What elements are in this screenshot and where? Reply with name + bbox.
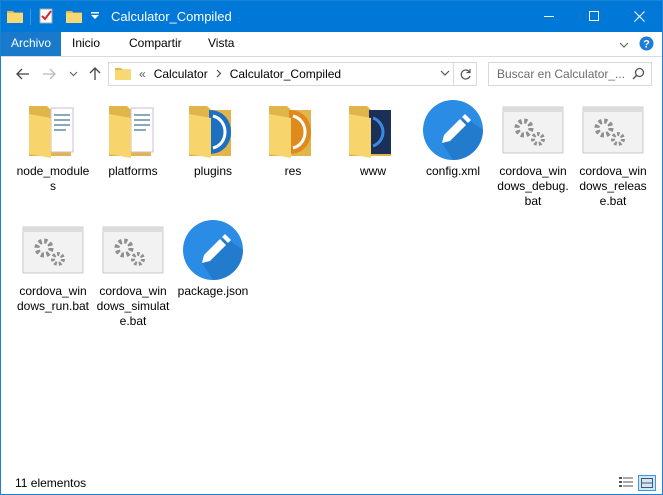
back-button[interactable]	[15, 66, 31, 82]
help-icon[interactable]: ?	[639, 36, 654, 54]
ribbon-controls: ?	[619, 36, 654, 54]
close-button[interactable]	[617, 1, 662, 32]
svg-text:?: ?	[643, 39, 650, 51]
gears-bat-icon	[14, 216, 92, 284]
file-item-label: node_modules	[16, 164, 90, 193]
folder-orange-icon	[254, 96, 332, 164]
status-bar: 11 elementos	[1, 471, 662, 494]
file-item-label: www	[360, 164, 386, 178]
file-item[interactable]: config.xml	[414, 96, 492, 179]
address-bar[interactable]: « Calculator Calculator_Compiled	[108, 62, 477, 86]
file-item-label: package.json	[177, 284, 249, 298]
file-item[interactable]: res	[254, 96, 332, 179]
file-item[interactable]: cordova_windows_release.bat	[574, 96, 652, 209]
folder-docs-icon	[94, 96, 172, 164]
new-folder-icon[interactable]	[66, 9, 82, 26]
back-arrow-icon	[16, 68, 29, 80]
tab-inicio[interactable]: Inicio	[62, 32, 110, 56]
large-icons-view-button[interactable]	[638, 475, 656, 491]
details-view-icon	[619, 477, 633, 487]
search-placeholder: Buscar en Calculator_...	[497, 67, 626, 81]
gears-bat-icon	[494, 96, 572, 164]
tab-compartir[interactable]: Compartir	[119, 32, 192, 56]
breadcrumb-calculator-compiled[interactable]: Calculator_Compiled	[230, 67, 341, 81]
quick-access-toolbar	[7, 7, 100, 27]
breadcrumb: « Calculator Calculator_Compiled	[115, 63, 341, 85]
file-item-label: cordova_windows_debug.bat	[497, 164, 569, 208]
minimize-icon	[544, 16, 554, 17]
item-count: 11 elementos	[15, 476, 87, 490]
expand-ribbon-icon[interactable]	[619, 38, 629, 52]
edit-circle-icon	[414, 96, 492, 164]
chevron-down-icon	[69, 71, 77, 77]
close-icon	[634, 11, 645, 22]
file-item-label: plugins	[193, 164, 233, 178]
file-item[interactable]: cordova_windows_run.bat	[14, 216, 92, 314]
properties-icon[interactable]	[38, 8, 54, 27]
up-button[interactable]	[87, 66, 103, 82]
window-title: Calculator_Compiled	[111, 9, 232, 24]
file-item[interactable]: cordova_windows_debug.bat	[494, 96, 572, 209]
maximize-icon	[589, 11, 599, 21]
search-icon[interactable]	[632, 67, 645, 83]
file-item-label: cordova_windows_simulate.bat	[96, 284, 170, 328]
file-item-label: config.xml	[425, 164, 481, 178]
forward-button[interactable]	[41, 66, 57, 82]
file-view: node_modules platforms plugins res www c…	[1, 92, 662, 468]
navigation-bar: « Calculator Calculator_Compiled Buscar …	[1, 57, 662, 91]
refresh-icon	[460, 68, 471, 80]
file-item[interactable]: www	[334, 96, 412, 179]
folder-blue-icon	[174, 96, 252, 164]
file-item-label: platforms	[108, 164, 158, 178]
file-item-label: res	[284, 164, 302, 178]
breadcrumb-overflow[interactable]: «	[139, 67, 146, 81]
file-item[interactable]: node_modules	[14, 96, 92, 194]
file-item[interactable]: platforms	[94, 96, 172, 179]
refresh-button[interactable]	[453, 63, 476, 85]
minimize-button[interactable]	[527, 1, 572, 32]
search-box[interactable]: Buscar en Calculator_...	[488, 62, 652, 86]
details-view-button[interactable]	[618, 475, 634, 489]
ribbon-tabs: Archivo Inicio Compartir Vista ?	[1, 32, 662, 57]
up-arrow-icon	[89, 67, 101, 80]
file-item-label: cordova_windows_release.bat	[579, 164, 647, 208]
explorer-window: Calculator_Compiled Archivo Inicio Compa…	[0, 0, 663, 495]
toolbar-separator	[30, 9, 31, 25]
edit-circle-icon	[174, 216, 252, 284]
view-switcher	[618, 475, 656, 491]
chevron-down-icon	[440, 70, 450, 76]
large-icons-view-icon	[641, 478, 653, 488]
gears-bat-icon	[574, 96, 652, 164]
title-bar: Calculator_Compiled	[1, 1, 662, 32]
folder-docs-icon	[14, 96, 92, 164]
file-item-label: cordova_windows_run.bat	[16, 284, 90, 313]
maximize-button[interactable]	[572, 1, 617, 32]
address-history-button[interactable]	[440, 67, 450, 81]
forward-arrow-icon	[43, 68, 56, 80]
tab-archivo[interactable]: Archivo	[1, 32, 62, 56]
tab-vista[interactable]: Vista	[198, 32, 244, 56]
file-item[interactable]: cordova_windows_simulate.bat	[94, 216, 172, 329]
recent-locations-button[interactable]	[65, 66, 81, 82]
customize-dropdown-icon[interactable]	[90, 10, 100, 24]
gears-bat-icon	[94, 216, 172, 284]
breadcrumb-calculator[interactable]: Calculator	[154, 67, 208, 81]
file-item[interactable]: plugins	[174, 96, 252, 179]
folder-app-icon	[334, 96, 412, 164]
folder-icon	[115, 66, 131, 83]
breadcrumb-separator-icon	[216, 67, 222, 81]
folder-icon	[7, 9, 23, 26]
file-item[interactable]: package.json	[174, 216, 252, 299]
